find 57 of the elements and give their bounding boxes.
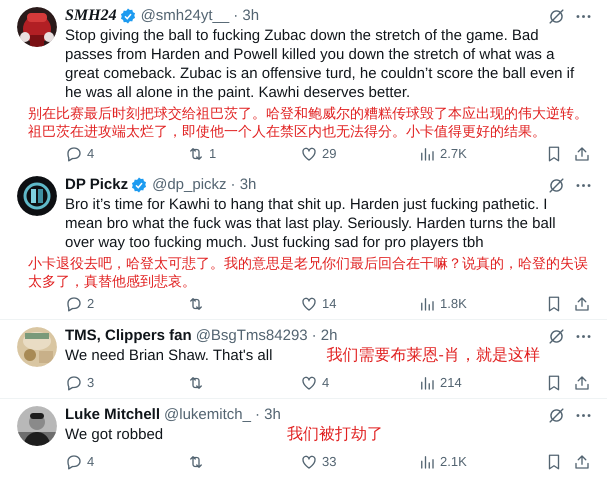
post-text: We got robbed	[65, 426, 164, 443]
bar-chart-icon[interactable]	[418, 453, 436, 471]
user-handle[interactable]: @smh24yt__	[140, 4, 230, 28]
post-time[interactable]: · 3h	[254, 404, 281, 426]
repost-icon[interactable]	[187, 145, 205, 163]
reply-count: 2	[87, 295, 94, 314]
bar-chart-count: 2.7K	[440, 145, 467, 164]
post-time[interactable]: · 3h	[233, 4, 260, 28]
user-name[interactable]: SMH24	[65, 4, 117, 28]
user-name[interactable]: Luke Mitchell	[65, 404, 160, 426]
bar-chart-count: 1.8K	[440, 295, 467, 314]
like-count: 33	[322, 453, 336, 472]
reply-count: 4	[87, 145, 94, 164]
post-text: Bro it’s time for Kawhi to hang that shit up. Harden just fucking pathetic. I mean bro what the fuck was that last play. Seriously. Harden turns the ball over way too fucking much. Just fucking sad for pro players tbh	[65, 196, 556, 251]
slashed-circle-icon[interactable]	[547, 406, 566, 424]
reply-icon[interactable]	[65, 374, 83, 392]
share-icon[interactable]	[573, 295, 591, 313]
like-count: 14	[322, 295, 336, 314]
repost-icon[interactable]	[187, 453, 205, 471]
bar-chart-icon[interactable]	[418, 374, 436, 392]
reply-icon[interactable]	[65, 145, 83, 163]
user-handle[interactable]: @lukemitch_	[164, 404, 251, 426]
translation-text: 我们需要布莱恩-肖，就是这样	[326, 347, 540, 364]
bar-chart-count: 214	[440, 374, 462, 392]
like-icon[interactable]	[300, 374, 318, 392]
user-name[interactable]: DP Pickz	[65, 174, 128, 196]
like-icon[interactable]	[300, 453, 318, 471]
user-handle[interactable]: @dp_pickz	[152, 174, 227, 196]
slashed-circle-icon[interactable]	[547, 176, 566, 194]
translation-text: 别在比赛最后时刻把球交给祖巴茨了。哈登和鲍威尔的糟糕传球毁了本应出现的伟大逆转。祖巴茨在进攻端太烂了，即使他一个人在禁区内也无法得分。小卡值得更好的结果。	[28, 104, 589, 140]
bar-chart-count: 2.1K	[440, 453, 467, 472]
like-count: 4	[322, 374, 330, 392]
like-icon[interactable]	[300, 295, 318, 313]
repost-icon[interactable]	[187, 295, 205, 313]
post-time[interactable]: · 3h	[230, 174, 256, 196]
post-text: Stop giving the ball to fucking Zubac down the stretch of the game. Bad passes from Harden and Powell killed you down the stretch of what was a great comeback. Zubac is an offensive turd, he couldn’t score the ball even if he was all alone in the paint. Kawhi deserves better.	[65, 27, 574, 101]
post-time[interactable]: · 2h	[312, 324, 338, 348]
post-text: We need Brian Shaw. That's all	[65, 347, 272, 364]
share-icon[interactable]	[573, 453, 591, 471]
user-handle[interactable]: @BsgTms84293	[196, 324, 308, 348]
like-count: 29	[322, 145, 336, 164]
reply-icon[interactable]	[65, 453, 83, 471]
user-name[interactable]: TMS, Clippers fan	[65, 324, 192, 348]
slashed-circle-icon[interactable]	[547, 6, 566, 26]
share-icon[interactable]	[573, 374, 591, 392]
reply-icon[interactable]	[65, 295, 83, 313]
reply-count: 3	[87, 374, 94, 392]
repost-icon[interactable]	[187, 374, 205, 392]
translation-text: 我们被打劫了	[287, 426, 384, 443]
share-icon[interactable]	[573, 145, 591, 163]
slashed-circle-icon[interactable]	[547, 326, 566, 346]
translation-text: 小卡退役去吧，哈登太可悲了。我的意思是老兄你们最后回合在干嘛？说真的，哈登的失误太多了，真替他感到悲哀。	[28, 254, 589, 290]
like-icon[interactable]	[300, 145, 318, 163]
bar-chart-icon[interactable]	[418, 145, 436, 163]
bar-chart-icon[interactable]	[418, 295, 436, 313]
reply-count: 4	[87, 453, 94, 472]
repost-count: 1	[209, 145, 216, 164]
